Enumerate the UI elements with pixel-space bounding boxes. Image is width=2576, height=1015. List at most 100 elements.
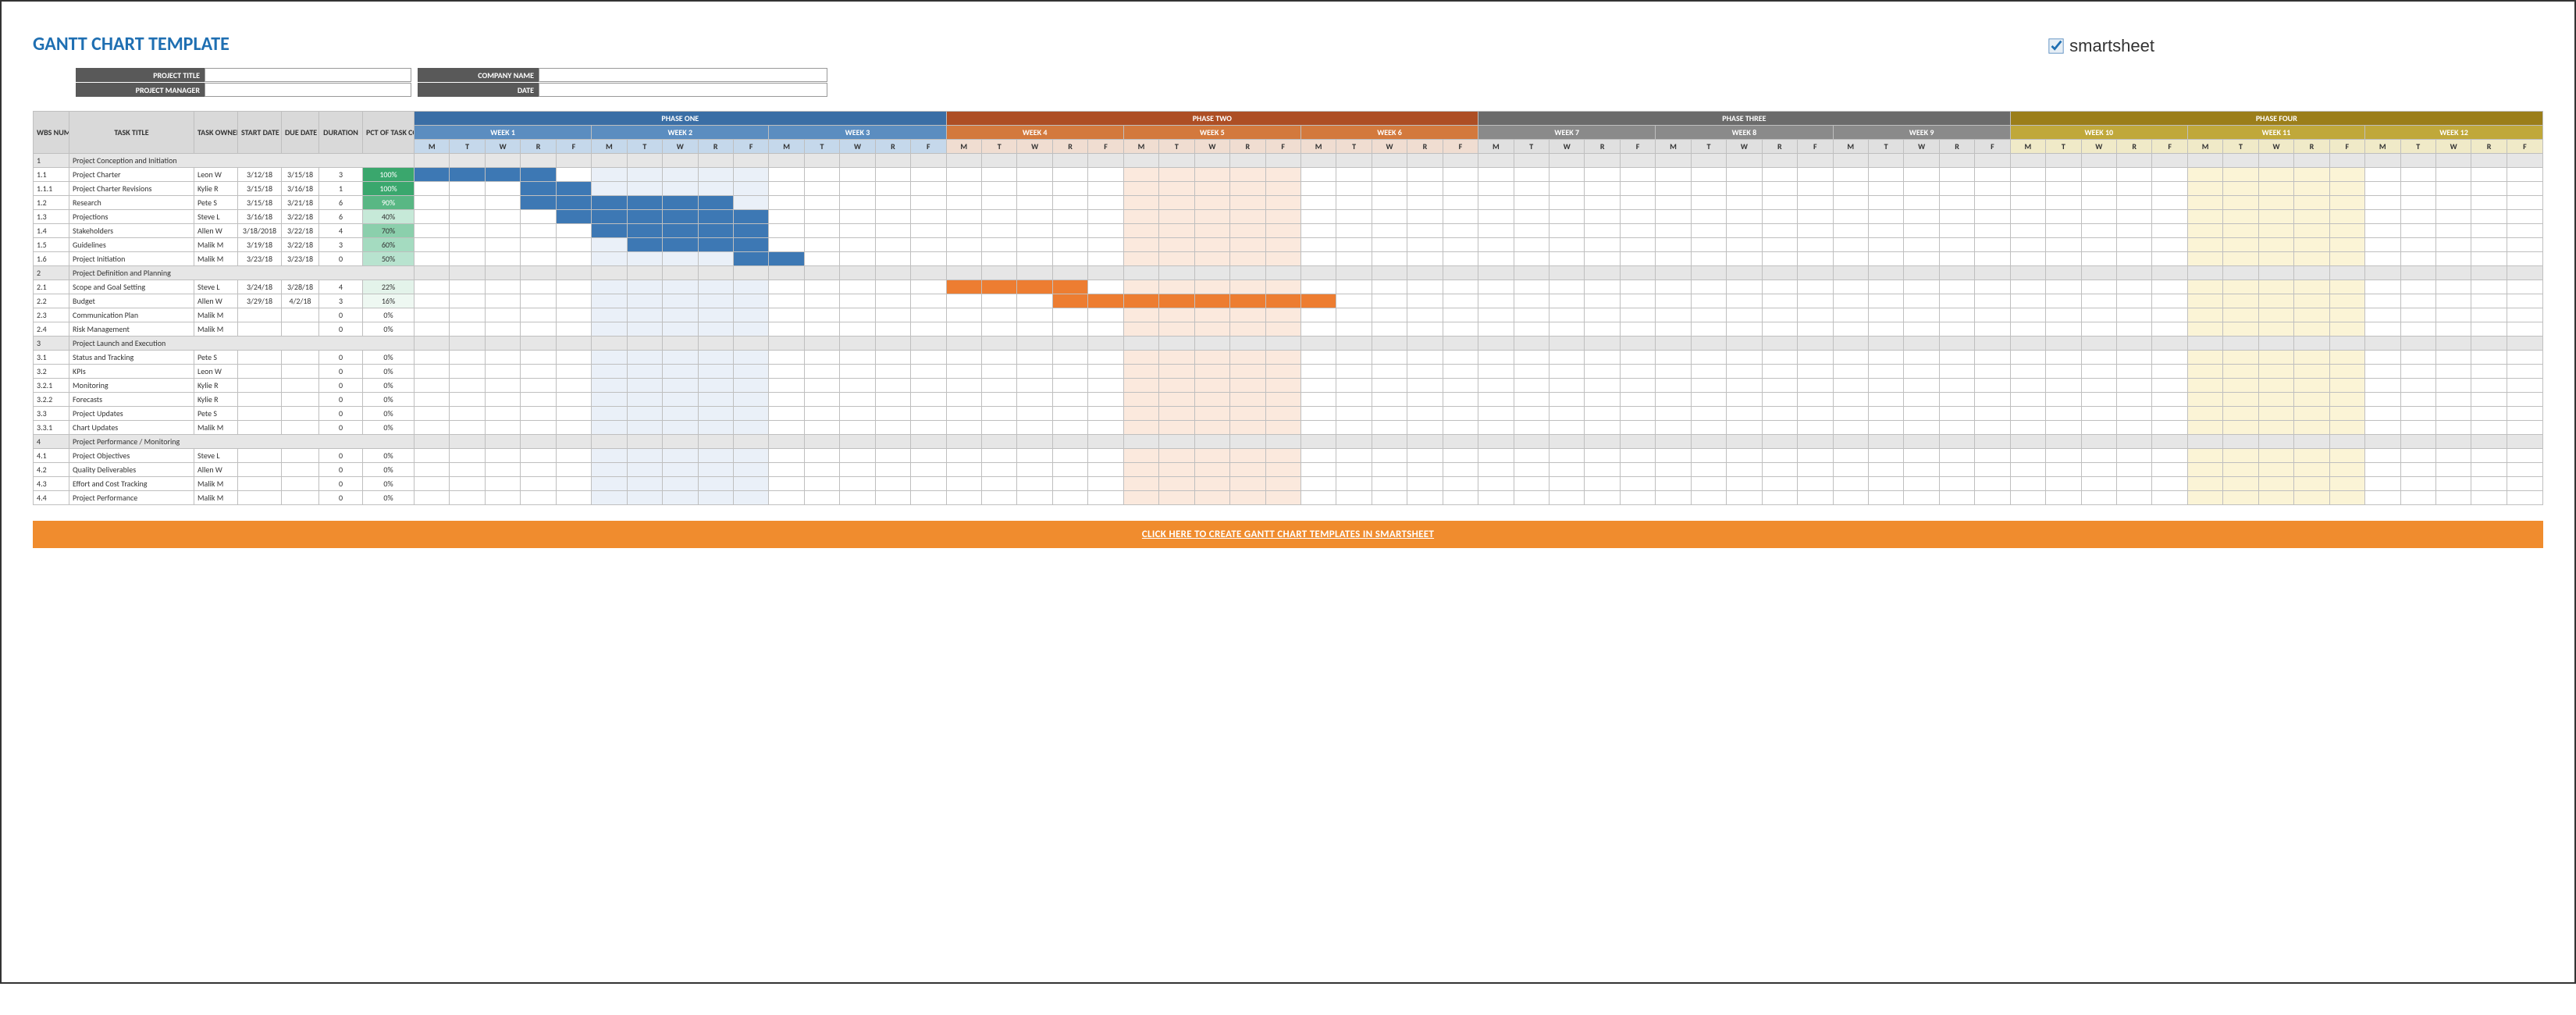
start-cell[interactable]: [238, 308, 282, 322]
dur-cell[interactable]: 4: [319, 280, 363, 294]
start-cell[interactable]: 3/15/18: [238, 196, 282, 210]
pct-cell[interactable]: 0%: [363, 449, 415, 463]
pct-cell[interactable]: 0%: [363, 351, 415, 365]
start-cell[interactable]: 3/19/18: [238, 238, 282, 252]
owner-cell[interactable]: Malik M: [194, 308, 238, 322]
task-title-cell[interactable]: Project Charter: [69, 168, 194, 182]
due-cell[interactable]: [282, 449, 319, 463]
owner-cell[interactable]: Leon W: [194, 365, 238, 379]
task-title-cell[interactable]: Guidelines: [69, 238, 194, 252]
due-cell[interactable]: [282, 322, 319, 337]
task-title-cell[interactable]: Projections: [69, 210, 194, 224]
start-cell[interactable]: 3/29/18: [238, 294, 282, 308]
owner-cell[interactable]: Leon W: [194, 168, 238, 182]
due-cell[interactable]: 3/15/18: [282, 168, 319, 182]
dur-cell[interactable]: 3: [319, 294, 363, 308]
owner-cell[interactable]: Steve L: [194, 280, 238, 294]
due-cell[interactable]: [282, 393, 319, 407]
owner-cell[interactable]: Malik M: [194, 421, 238, 435]
dur-cell[interactable]: 0: [319, 322, 363, 337]
due-cell[interactable]: [282, 491, 319, 505]
task-title-cell[interactable]: Stakeholders: [69, 224, 194, 238]
start-cell[interactable]: [238, 322, 282, 337]
pct-cell[interactable]: 0%: [363, 463, 415, 477]
dur-cell[interactable]: 0: [319, 365, 363, 379]
pct-cell[interactable]: 0%: [363, 322, 415, 337]
dur-cell[interactable]: 0: [319, 379, 363, 393]
start-cell[interactable]: [238, 393, 282, 407]
owner-cell[interactable]: Kylie R: [194, 182, 238, 196]
pct-cell[interactable]: 0%: [363, 308, 415, 322]
owner-cell[interactable]: Malik M: [194, 238, 238, 252]
owner-cell[interactable]: Kylie R: [194, 379, 238, 393]
due-cell[interactable]: [282, 351, 319, 365]
start-cell[interactable]: 3/18/2018: [238, 224, 282, 238]
pct-cell[interactable]: 22%: [363, 280, 415, 294]
owner-cell[interactable]: Allen W: [194, 463, 238, 477]
start-cell[interactable]: 3/16/18: [238, 210, 282, 224]
pct-cell[interactable]: 0%: [363, 379, 415, 393]
task-title-cell[interactable]: Project Initiation: [69, 252, 194, 266]
dur-cell[interactable]: 0: [319, 252, 363, 266]
start-cell[interactable]: [238, 379, 282, 393]
due-cell[interactable]: [282, 463, 319, 477]
start-cell[interactable]: [238, 351, 282, 365]
task-title-cell[interactable]: Budget: [69, 294, 194, 308]
task-title-cell[interactable]: Monitoring: [69, 379, 194, 393]
dur-cell[interactable]: 1: [319, 182, 363, 196]
start-cell[interactable]: [238, 491, 282, 505]
pct-cell[interactable]: 0%: [363, 491, 415, 505]
start-cell[interactable]: [238, 421, 282, 435]
date-input[interactable]: [539, 83, 827, 97]
pct-cell[interactable]: 0%: [363, 365, 415, 379]
start-cell[interactable]: 3/12/18: [238, 168, 282, 182]
owner-cell[interactable]: Allen W: [194, 294, 238, 308]
owner-cell[interactable]: Malik M: [194, 491, 238, 505]
pct-cell[interactable]: 0%: [363, 393, 415, 407]
pct-cell[interactable]: 0%: [363, 407, 415, 421]
pct-cell[interactable]: 40%: [363, 210, 415, 224]
owner-cell[interactable]: Allen W: [194, 224, 238, 238]
due-cell[interactable]: 3/22/18: [282, 224, 319, 238]
pct-cell[interactable]: 0%: [363, 421, 415, 435]
due-cell[interactable]: [282, 421, 319, 435]
due-cell[interactable]: 4/2/18: [282, 294, 319, 308]
start-cell[interactable]: 3/24/18: [238, 280, 282, 294]
start-cell[interactable]: 3/15/18: [238, 182, 282, 196]
task-title-cell[interactable]: Project Updates: [69, 407, 194, 421]
company-name-input[interactable]: [539, 68, 827, 82]
pct-cell[interactable]: 90%: [363, 196, 415, 210]
task-title-cell[interactable]: Research: [69, 196, 194, 210]
dur-cell[interactable]: 4: [319, 224, 363, 238]
task-title-cell[interactable]: Status and Tracking: [69, 351, 194, 365]
due-cell[interactable]: 3/16/18: [282, 182, 319, 196]
owner-cell[interactable]: Steve L: [194, 210, 238, 224]
due-cell[interactable]: [282, 477, 319, 491]
start-cell[interactable]: [238, 463, 282, 477]
due-cell[interactable]: 3/22/18: [282, 238, 319, 252]
dur-cell[interactable]: 0: [319, 477, 363, 491]
owner-cell[interactable]: Malik M: [194, 477, 238, 491]
due-cell[interactable]: [282, 407, 319, 421]
task-title-cell[interactable]: Chart Updates: [69, 421, 194, 435]
task-title-cell[interactable]: Forecasts: [69, 393, 194, 407]
task-title-cell[interactable]: KPIs: [69, 365, 194, 379]
project-title-input[interactable]: [205, 68, 411, 82]
dur-cell[interactable]: 0: [319, 421, 363, 435]
pct-cell[interactable]: 100%: [363, 168, 415, 182]
start-cell[interactable]: [238, 449, 282, 463]
task-title-cell[interactable]: Risk Management: [69, 322, 194, 337]
owner-cell[interactable]: Kylie R: [194, 393, 238, 407]
pct-cell[interactable]: 16%: [363, 294, 415, 308]
task-title-cell[interactable]: Project Objectives: [69, 449, 194, 463]
due-cell[interactable]: 3/23/18: [282, 252, 319, 266]
owner-cell[interactable]: Malik M: [194, 322, 238, 337]
dur-cell[interactable]: 6: [319, 210, 363, 224]
task-title-cell[interactable]: Scope and Goal Setting: [69, 280, 194, 294]
task-title-cell[interactable]: Quality Deliverables: [69, 463, 194, 477]
start-cell[interactable]: 3/23/18: [238, 252, 282, 266]
task-title-cell[interactable]: Project Performance: [69, 491, 194, 505]
due-cell[interactable]: 3/21/18: [282, 196, 319, 210]
dur-cell[interactable]: 3: [319, 238, 363, 252]
owner-cell[interactable]: Malik M: [194, 252, 238, 266]
